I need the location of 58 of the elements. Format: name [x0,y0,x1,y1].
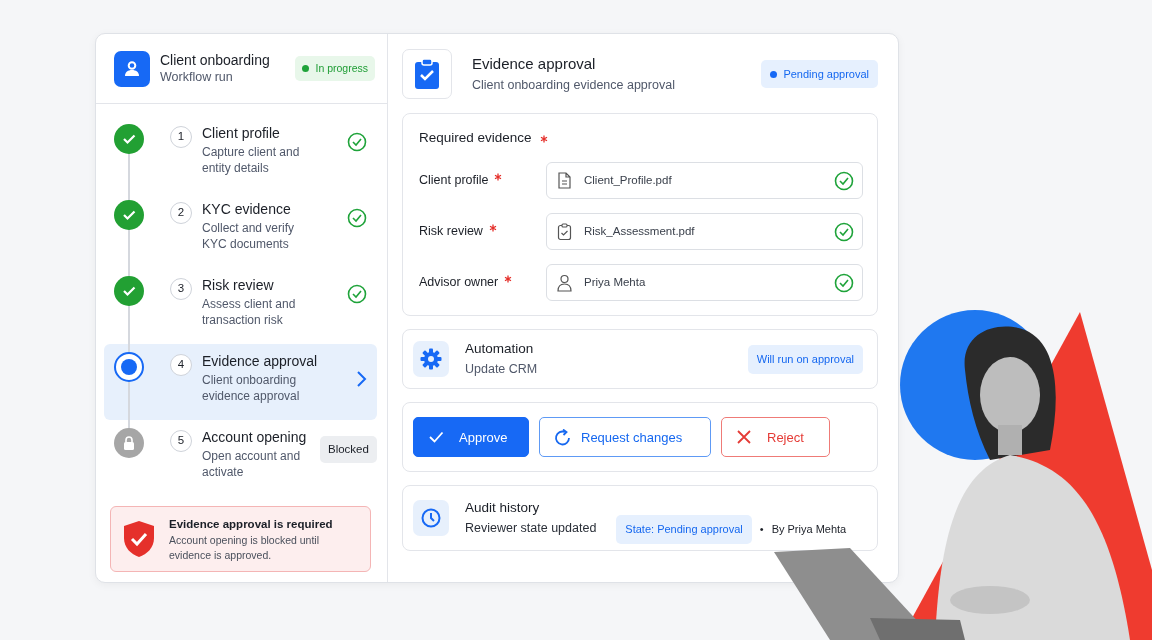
automation-title: Automation [465,341,535,358]
step-number: 2 [170,202,192,224]
detail-subtitle: Client onboarding evidence approval [472,76,676,94]
step-item[interactable]: 5 Account opening Open account and activate Blocked [104,420,377,496]
step-title: Account opening [202,428,308,447]
step-title: Evidence approval [202,352,319,371]
workflow-subtitle: Workflow run [160,68,234,85]
field-label: Client profile [419,172,489,190]
step-number: 3 [170,278,192,300]
step-title: Risk review [202,276,275,295]
separator-dot: • [759,522,764,537]
workflow-title: Client onboarding [160,51,271,69]
refresh-icon [554,428,571,446]
step-item[interactable]: 3 Risk review Assess client and transaction risk [104,268,377,344]
step-item[interactable]: 4 Evidence approval Client onboarding evidence approval [104,344,377,420]
clock-icon [413,500,449,537]
step-description: Capture client and entity details [202,144,301,177]
field-label: Risk review [419,223,483,241]
audit-event: Reviewer state updated [465,520,597,537]
field-label: Advisor owner [419,274,499,292]
request-button[interactable]: Request changes [539,417,711,458]
check-circle-icon [347,132,367,152]
file-field: Priya Mehta [546,264,863,302]
close-icon [736,428,753,446]
audit-title: Audit history [465,500,541,517]
check-circle-icon [347,208,367,228]
section-title: Required evidence [419,129,532,147]
step-description: Client onboarding evidence approval [202,372,301,405]
step-number: 5 [170,430,192,452]
step-number: 1 [170,126,192,148]
shield-icon [123,520,155,558]
state-badge: State: Pending approval [616,515,752,544]
step-title: KYC evidence [202,200,292,219]
chevron-right-icon [355,370,367,388]
step-item[interactable]: 1 Client profile Capture client and entity details [104,116,377,192]
user-icon [114,50,150,87]
status-badge: Pending approval [761,59,878,89]
automation-subtitle: Update CRM [465,361,539,378]
status-badge: Blocked [320,436,377,464]
gear-icon [413,341,449,378]
step-title: Client profile [202,124,281,143]
alert-message: Account opening is blocked until evidence is approved. [169,532,320,563]
step-number: 4 [170,354,192,376]
audit-author: By Priya Mehta [771,522,847,537]
detail-title: Evidence approval [472,54,597,73]
reject-button[interactable]: Reject [721,417,830,458]
file-field: Risk_Assessment.pdf [546,213,863,251]
step-description: Collect and verify KYC documents [202,220,296,253]
step-description: Assess client and transaction risk [202,296,297,329]
check-circle-icon [347,284,367,304]
step-description: Open account and activate [202,448,302,481]
step-item[interactable]: 2 KYC evidence Collect and verify KYC documents [104,192,377,268]
file-field: Client_Profile.pdf [546,162,863,200]
alert-title: Evidence approval is required [169,516,333,532]
approve-button[interactable]: Approve [413,417,529,458]
status-badge: In progress [295,55,375,82]
automation-badge: Will run on approval [747,345,863,374]
clipboard-icon [402,49,452,99]
